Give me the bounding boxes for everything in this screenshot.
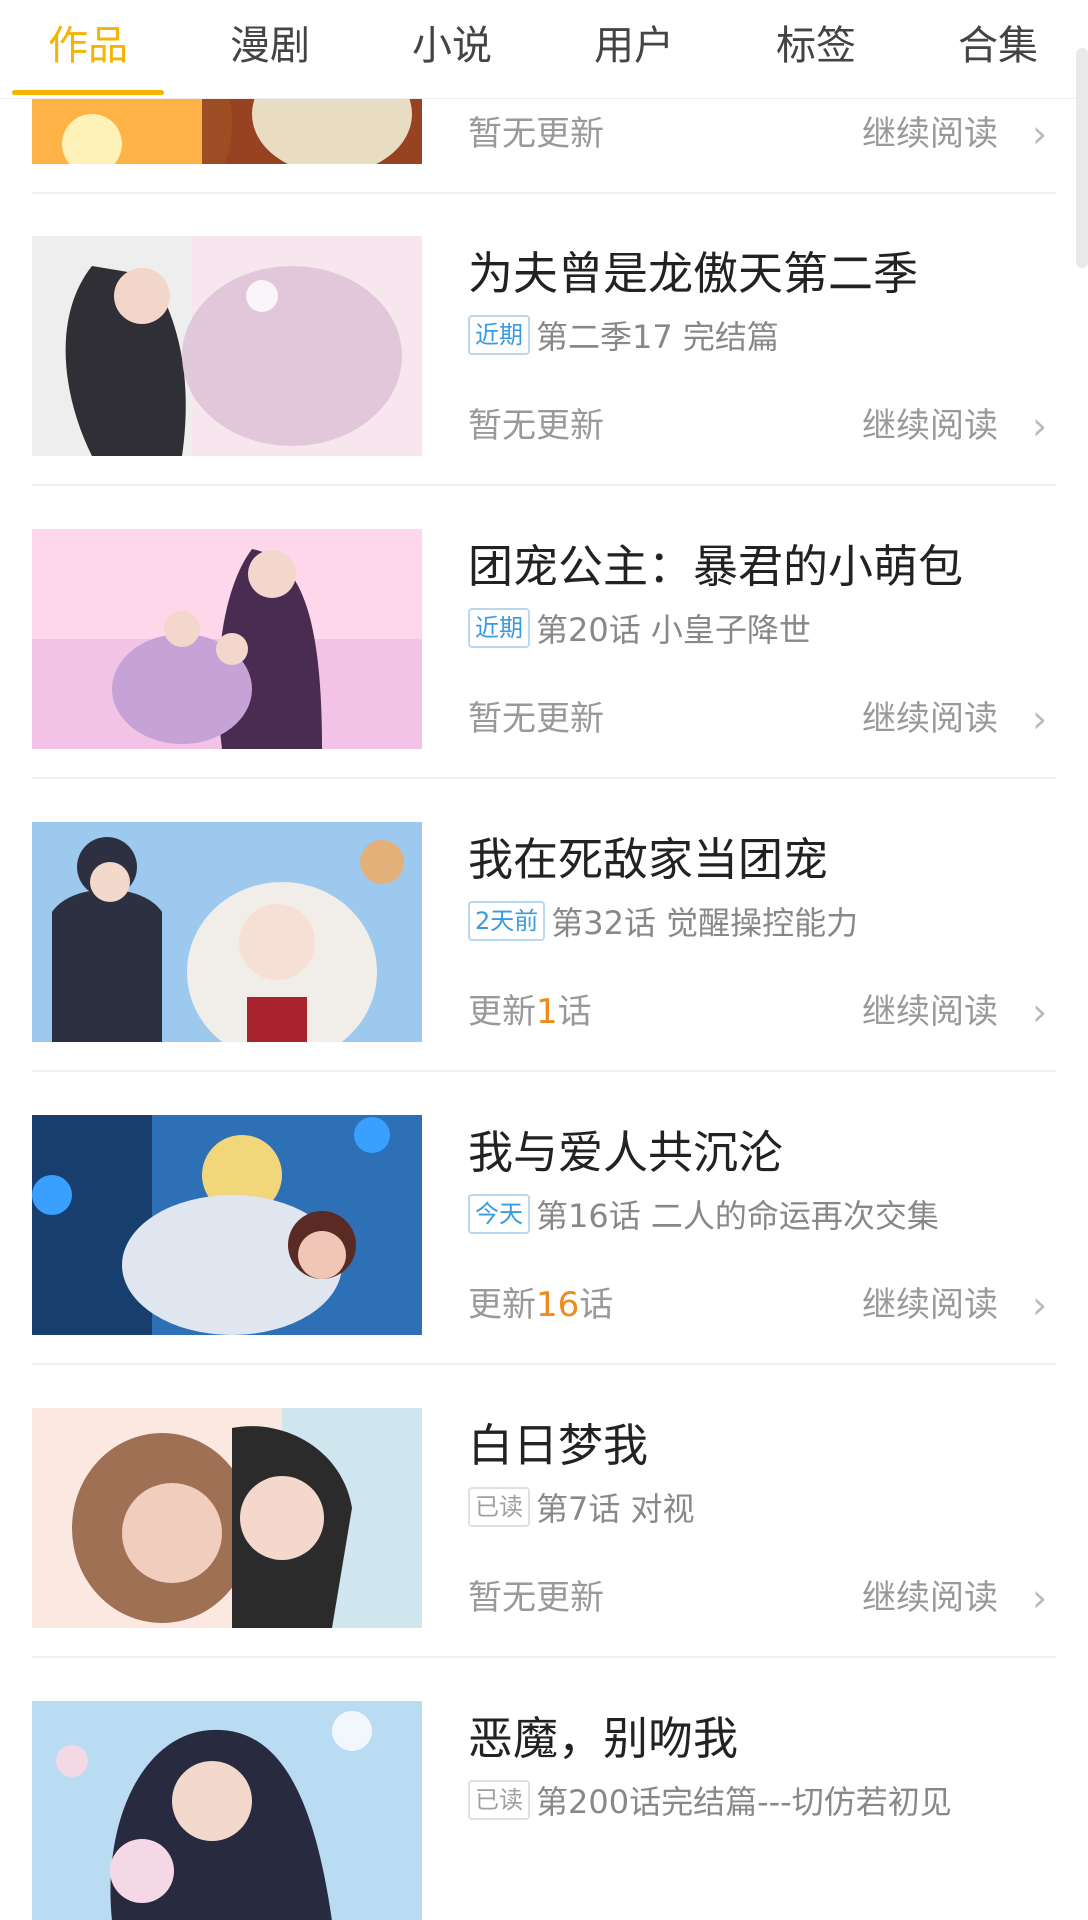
latest-episode: 第7话 对视 — [536, 1490, 695, 1528]
top-tab-bar: 作品 漫剧 小说 用户 标签 合集 — [0, 0, 1088, 99]
chevron-right-icon[interactable]: › — [1032, 112, 1047, 156]
cover-image[interactable] — [32, 236, 422, 456]
tab-tags[interactable]: 标签 — [736, 18, 896, 74]
update-status: 更新16话 — [468, 1285, 614, 1325]
tab-works[interactable]: 作品 — [8, 18, 168, 74]
update-status: 暂无更新 — [468, 699, 604, 739]
update-status: 暂无更新 — [468, 1578, 604, 1618]
latest-episode: 第20话 小皇子降世 — [536, 611, 811, 649]
tab-users[interactable]: 用户 — [554, 18, 714, 74]
episode-info: 已读 第200话完结篇---切仿若初见 — [468, 1777, 1068, 1821]
status-badge: 近期 — [468, 315, 530, 355]
work-title[interactable]: 我在死敌家当团宠 — [468, 830, 1048, 890]
work-title[interactable]: 我与爱人共沉沦 — [468, 1123, 1048, 1183]
latest-episode: 第32话 觉醒操控能力 — [551, 904, 859, 942]
chevron-right-icon[interactable]: › — [1032, 990, 1047, 1034]
tab-comic-drama[interactable]: 漫剧 — [190, 18, 350, 74]
continue-reading-link[interactable]: 继续阅读 — [862, 1576, 998, 1620]
status-badge: 近期 — [468, 608, 530, 648]
episode-info: 近期 第20话 小皇子降世 — [468, 605, 1068, 649]
chevron-right-icon[interactable]: › — [1032, 1576, 1047, 1620]
chevron-right-icon[interactable]: › — [1032, 404, 1047, 448]
status-badge: 今天 — [468, 1194, 530, 1234]
update-status: 更新1话 — [468, 992, 592, 1032]
tab-novel[interactable]: 小说 — [372, 18, 532, 74]
status-badge: 已读 — [468, 1487, 530, 1527]
active-tab-indicator — [12, 90, 164, 95]
list-item[interactable]: 我在死敌家当团宠 2天前 第32话 觉醒操控能力 更新1话 继续阅读 › — [0, 780, 1088, 1072]
list-item[interactable]: 白日梦我 已读 第7话 对视 暂无更新 继续阅读 › — [0, 1366, 1088, 1658]
cover-image[interactable] — [32, 1115, 422, 1335]
continue-reading-link[interactable]: 继续阅读 — [862, 1283, 998, 1327]
list-item[interactable]: 暂无更新 继续阅读 › — [0, 98, 1088, 194]
work-title[interactable]: 恶魔，别吻我 — [468, 1709, 1048, 1769]
works-list: 暂无更新 继续阅读 › 为夫曾是龙傲天第二季 近期 第二季17 完结篇 暂无更新 … — [0, 98, 1088, 1920]
work-title[interactable]: 白日梦我 — [468, 1416, 1048, 1476]
continue-reading-link[interactable]: 继续阅读 — [862, 990, 998, 1034]
continue-reading-link[interactable]: 继续阅读 — [862, 112, 998, 156]
cover-image[interactable] — [32, 98, 422, 164]
list-item[interactable]: 团宠公主：暴君的小萌包 近期 第20话 小皇子降世 暂无更新 继续阅读 › — [0, 487, 1088, 779]
episode-info: 2天前 第32话 觉醒操控能力 — [468, 898, 1068, 942]
episode-info: 已读 第7话 对视 — [468, 1484, 1068, 1528]
cover-image[interactable] — [32, 822, 422, 1042]
chevron-right-icon[interactable]: › — [1032, 1283, 1047, 1327]
work-title[interactable]: 为夫曾是龙傲天第二季 — [468, 244, 1048, 304]
continue-reading-link[interactable]: 继续阅读 — [862, 697, 998, 741]
episode-info: 今天 第16话 二人的命运再次交集 — [468, 1191, 1068, 1235]
chevron-right-icon[interactable]: › — [1032, 697, 1047, 741]
status-badge: 2天前 — [468, 901, 546, 941]
update-status: 暂无更新 — [468, 114, 604, 154]
latest-episode: 第200话完结篇---切仿若初见 — [536, 1783, 952, 1821]
latest-episode: 第16话 二人的命运再次交集 — [536, 1197, 939, 1235]
list-item[interactable]: 为夫曾是龙傲天第二季 近期 第二季17 完结篇 暂无更新 继续阅读 › — [0, 194, 1088, 486]
cover-image[interactable] — [32, 1408, 422, 1628]
status-badge: 已读 — [468, 1780, 530, 1820]
update-status: 暂无更新 — [468, 406, 604, 446]
episode-info: 近期 第二季17 完结篇 — [468, 312, 1068, 356]
work-title[interactable]: 团宠公主：暴君的小萌包 — [468, 537, 1048, 597]
list-item[interactable]: 我与爱人共沉沦 今天 第16话 二人的命运再次交集 更新16话 继续阅读 › — [0, 1073, 1088, 1365]
continue-reading-link[interactable]: 继续阅读 — [862, 404, 998, 448]
cover-image[interactable] — [32, 529, 422, 749]
latest-episode: 第二季17 完结篇 — [536, 318, 779, 356]
tab-collections[interactable]: 合集 — [918, 18, 1078, 74]
list-item[interactable]: 恶魔，别吻我 已读 第200话完结篇---切仿若初见 — [0, 1659, 1088, 1920]
cover-image[interactable] — [32, 1701, 422, 1920]
scroll-handle[interactable] — [1076, 48, 1088, 268]
